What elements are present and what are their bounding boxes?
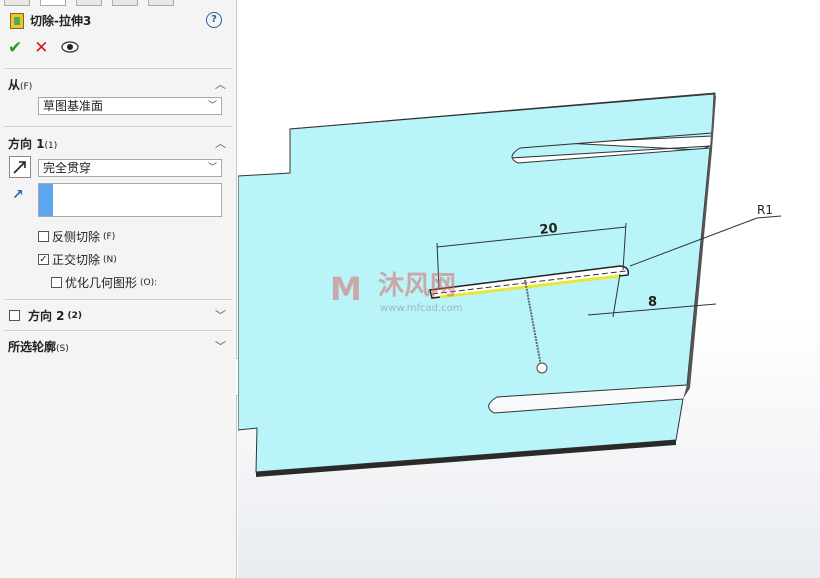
chevron-down-icon: ﹀ (207, 163, 217, 173)
checkbox-box (9, 310, 20, 321)
feature-header: 切除-拉伸3 (10, 12, 91, 29)
from-select-value: 草图基准面 (43, 99, 104, 113)
end-condition-select[interactable]: 完全贯穿 ﹀ (38, 159, 222, 177)
from-section-header[interactable]: 从(F) (8, 76, 32, 93)
divider (4, 68, 232, 69)
direction2-label: 方向 2 (28, 309, 65, 323)
flip-side-shortcut: (F) (103, 231, 116, 242)
direction1-label: 方向 1 (8, 137, 45, 151)
cancel-button[interactable]: ✕ (34, 38, 48, 58)
direction1-section-header[interactable]: 方向 1(1) (8, 135, 57, 152)
normal-cut-shortcut: (N) (103, 254, 117, 265)
graphics-viewport[interactable]: 20 8 R1 M 沐风网 www.mfcad.com (238, 0, 820, 578)
tab-feature-manager[interactable] (4, 0, 30, 6)
preview-eye-icon[interactable] (60, 38, 79, 58)
chevron-up-icon[interactable]: ︿ (215, 76, 226, 92)
direction-vector-icon: ↗ (12, 187, 24, 203)
sheet-plate[interactable] (238, 93, 715, 473)
flip-side-label: 反侧切除 (52, 230, 101, 244)
end-condition-value: 完全贯穿 (43, 161, 92, 175)
ok-button[interactable]: ✔ (8, 38, 22, 58)
chevron-down-icon: ﹀ (207, 101, 217, 111)
selected-contours-shortcut: (S) (56, 344, 69, 354)
checkbox-box (51, 277, 62, 288)
action-buttons: ✔ ✕ (8, 38, 79, 58)
from-select[interactable]: 草图基准面 ﹀ (38, 97, 222, 115)
from-shortcut: (F) (20, 82, 33, 92)
chevron-down-icon[interactable]: ﹀ (215, 338, 226, 354)
flip-side-cut-checkbox[interactable]: 反侧切除 (F) (38, 228, 115, 245)
watermark: M 沐风网 www.mfcad.com (330, 270, 463, 314)
chevron-up-icon[interactable]: ︿ (215, 135, 226, 151)
normal-cut-label: 正交切除 (52, 253, 101, 267)
divider (4, 126, 232, 127)
direction2-shortcut: (2) (67, 310, 83, 321)
divider (4, 299, 232, 300)
optimize-shortcut: (O): (140, 277, 158, 288)
normal-cut-checkbox[interactable]: ✓ 正交切除 (N) (38, 251, 117, 268)
reverse-direction-button[interactable] (9, 156, 31, 178)
selected-contours-label: 所选轮廓 (8, 340, 57, 354)
panel-tabs (0, 0, 236, 6)
watermark-cn: 沐风网 (378, 271, 456, 301)
divider (4, 330, 232, 331)
chevron-down-icon[interactable]: ﹀ (215, 307, 226, 323)
from-label: 从 (8, 78, 21, 92)
optimize-geometry-checkbox[interactable]: 优化几何图形 (O): (51, 274, 157, 291)
tab-property-manager[interactable] (40, 0, 66, 6)
tab-config-manager[interactable] (76, 0, 102, 6)
direction2-checkbox[interactable]: 方向 2 (2) (9, 307, 82, 324)
dimension-length-text[interactable]: 20 (539, 221, 559, 238)
svg-text:M: M (330, 270, 362, 308)
optimize-label: 优化几何图形 (65, 276, 138, 290)
check-mark-icon: ✓ (38, 254, 49, 265)
selection-focus-bar (39, 184, 53, 216)
property-manager-panel: 切除-拉伸3 ? ✔ ✕ 从(F) ︿ 草图基准面 ﹀ 方向 1(1) ︿ 完全贯… (0, 0, 237, 578)
model-view: 20 8 R1 M 沐风网 www.mfcad.com (238, 92, 782, 477)
extrude-cut-icon (10, 12, 24, 29)
tab-display-manager[interactable] (148, 0, 174, 6)
feature-title: 切除-拉伸3 (30, 14, 92, 28)
help-icon[interactable]: ? (206, 12, 222, 28)
direction1-shortcut: (1) (44, 141, 58, 151)
dimension-offset-text[interactable]: 8 (648, 295, 657, 310)
watermark-url: www.mfcad.com (380, 303, 463, 314)
arrow-handle-icon[interactable] (536, 362, 548, 374)
dimension-radius-text[interactable]: R1 (757, 203, 773, 217)
tab-dim-expert[interactable] (112, 0, 138, 6)
direction-vector-selection-box[interactable] (38, 183, 222, 217)
selected-contours-section-header[interactable]: 所选轮廓(S) (8, 338, 69, 355)
checkbox-box (38, 231, 49, 242)
